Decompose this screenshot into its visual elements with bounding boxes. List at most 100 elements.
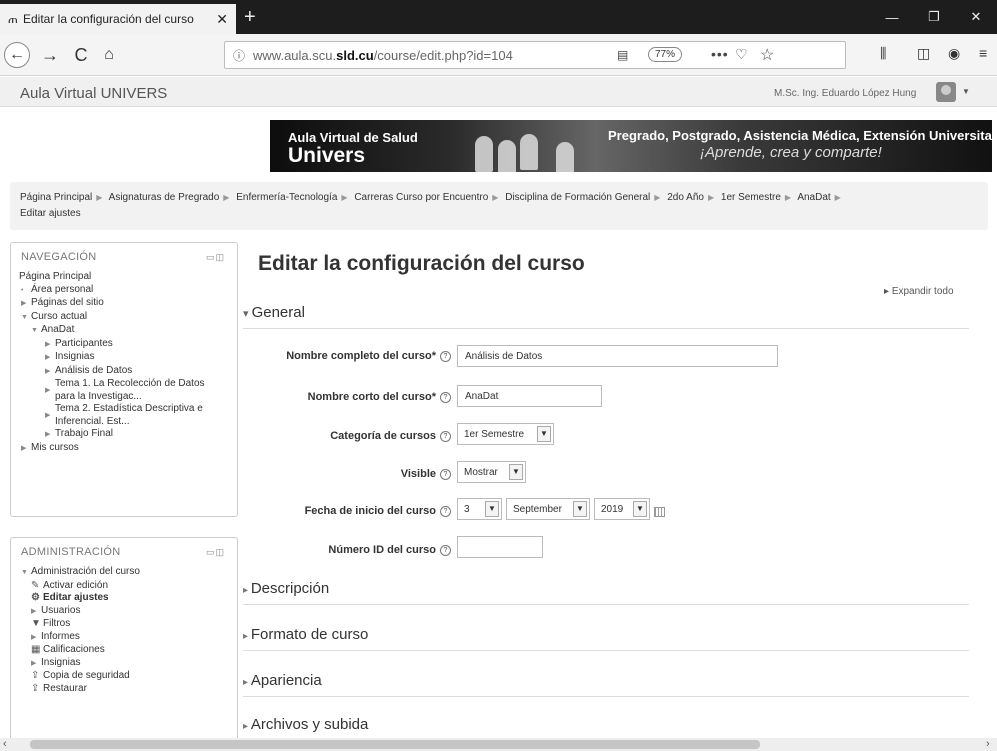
- category-select[interactable]: 1er Semestre ▼: [457, 423, 554, 445]
- expand-arrow-icon: ▶: [31, 659, 37, 667]
- section-descripcion-header[interactable]: ▸ Descripción: [243, 580, 329, 597]
- reader-view-icon[interactable]: ▤: [617, 48, 628, 62]
- forward-button[interactable]: →: [37, 42, 63, 68]
- filter-icon: ▼: [31, 618, 41, 629]
- reload-button[interactable]: C: [68, 42, 94, 68]
- help-icon[interactable]: ?: [440, 351, 451, 362]
- help-icon[interactable]: ?: [440, 545, 451, 556]
- admin-item[interactable]: ▼ Filtros: [19, 618, 229, 631]
- banner-line4: ¡Aprende, crea y comparte!: [700, 144, 882, 161]
- admin-item[interactable]: ✎ Activar edición: [19, 580, 229, 593]
- block-controls-icon[interactable]: ▭◫: [206, 547, 225, 558]
- breadcrumb-item[interactable]: 2do Año: [667, 192, 704, 203]
- close-window-icon[interactable]: ✕: [955, 0, 997, 34]
- banner-figure: [475, 136, 493, 172]
- page-content: Aula Virtual UNIVERS M.Sc. Ing. Eduardo …: [0, 77, 997, 742]
- collapse-arrow-icon: ▾: [243, 308, 252, 320]
- breadcrumb-item[interactable]: Asignaturas de Pregrado: [109, 192, 220, 203]
- nav-item[interactable]: ▼ Curso actual: [19, 311, 229, 325]
- start-month-select[interactable]: September ▼: [506, 498, 590, 520]
- library-icon[interactable]: ⫼: [880, 45, 886, 62]
- scrollbar-thumb[interactable]: [30, 740, 760, 749]
- avatar[interactable]: [936, 82, 956, 102]
- pocket-icon[interactable]: ♡: [735, 46, 748, 63]
- home-icon[interactable]: ⌂: [96, 42, 122, 68]
- moodle-favicon-icon: ጠ: [8, 11, 18, 26]
- nav-item[interactable]: ▶ Insignias: [19, 351, 229, 365]
- back-button[interactable]: ←: [4, 42, 30, 68]
- start-year-select[interactable]: 2019 ▼: [594, 498, 650, 520]
- visible-select[interactable]: Mostrar ▼: [457, 461, 526, 483]
- block-controls-icon[interactable]: ▭◫: [206, 252, 225, 263]
- admin-item[interactable]: ⇪ Copia de seguridad: [19, 670, 229, 683]
- scroll-left-icon[interactable]: ‹: [3, 738, 7, 750]
- help-icon[interactable]: ?: [440, 506, 451, 517]
- help-icon[interactable]: ?: [440, 431, 451, 442]
- help-icon[interactable]: ?: [440, 469, 451, 480]
- expand-arrow-icon: ▶: [45, 387, 51, 394]
- admin-item[interactable]: ▼ Administración del curso: [19, 566, 229, 580]
- maximize-icon[interactable]: ❐: [913, 0, 955, 34]
- horizontal-scrollbar[interactable]: ‹ ›: [0, 738, 997, 751]
- breadcrumb-item[interactable]: 1er Semestre: [721, 192, 781, 203]
- sidebar-icon[interactable]: ◫: [917, 45, 930, 62]
- nav-item[interactable]: • Área personal: [19, 284, 229, 298]
- nav-item[interactable]: ▼ AnaDat: [19, 324, 229, 338]
- section-archivos-header[interactable]: ▸ Archivos y subida: [243, 716, 368, 733]
- menu-icon[interactable]: ≡: [979, 45, 987, 61]
- nav-item[interactable]: ▶ Mis cursos: [19, 442, 229, 456]
- calendar-icon[interactable]: [654, 507, 665, 517]
- zoom-badge[interactable]: 77%: [648, 47, 683, 62]
- start-day-select[interactable]: 3 ▼: [457, 498, 502, 520]
- expand-all-link[interactable]: ▸ Expandir todo: [884, 286, 954, 297]
- site-name[interactable]: Aula Virtual UNIVERS: [20, 85, 167, 102]
- new-tab-button[interactable]: +: [244, 6, 256, 28]
- user-name[interactable]: M.Sc. Ing. Eduardo López Hung: [774, 88, 916, 99]
- section-general-header[interactable]: ▾ General: [243, 304, 305, 321]
- minimize-icon[interactable]: —: [871, 0, 913, 34]
- breadcrumb-item[interactable]: AnaDat: [797, 192, 830, 203]
- chevron-down-icon: ▼: [633, 501, 647, 517]
- admin-item[interactable]: ⚙ Editar ajustes: [19, 592, 229, 605]
- help-icon[interactable]: ?: [440, 392, 451, 403]
- bookmark-star-icon[interactable]: ☆: [760, 45, 774, 65]
- account-icon[interactable]: ◉: [948, 45, 960, 62]
- pencil-icon: ✎: [31, 579, 40, 591]
- breadcrumb-item-current: Editar ajustes: [20, 208, 81, 219]
- url-bar[interactable]: ⓘ www.aula.scu.sld.cu/course/edit.php?id…: [224, 41, 846, 69]
- breadcrumb-item[interactable]: Página Principal: [20, 192, 92, 203]
- admin-item[interactable]: ▶ Informes: [19, 631, 229, 645]
- fullname-input[interactable]: [457, 345, 778, 367]
- user-menu-caret-icon[interactable]: ▼: [962, 87, 970, 96]
- nav-item[interactable]: Página Principal: [19, 271, 229, 284]
- admin-item[interactable]: ▶ Usuarios: [19, 605, 229, 619]
- breadcrumb-item[interactable]: Disciplina de Formación General: [505, 192, 650, 203]
- page-actions-icon[interactable]: •••: [711, 46, 729, 62]
- shortname-input[interactable]: [457, 385, 602, 407]
- close-tab-icon[interactable]: ✕: [216, 11, 228, 28]
- section-apariencia-header[interactable]: ▸ Apariencia: [243, 672, 322, 689]
- expand-arrow-icon: ▶: [45, 431, 51, 438]
- admin-item[interactable]: ⇪ Restaurar: [19, 683, 229, 696]
- chevron-down-icon: ▼: [573, 501, 587, 517]
- nav-item[interactable]: ▶ Páginas del sitio: [19, 297, 229, 311]
- expand-arrow-icon: ▶: [45, 367, 51, 375]
- nav-item[interactable]: ▶ Análisis de Datos: [19, 365, 229, 379]
- section-formato-header[interactable]: ▸ Formato de curso: [243, 626, 368, 643]
- breadcrumb-item[interactable]: Carreras Curso por Encuentro: [354, 192, 488, 203]
- nav-item[interactable]: ▶ Tema 2. Estadística Descriptiva e Infer…: [19, 403, 229, 428]
- nav-item[interactable]: ▶ Tema 1. La Recolección de Datos para la…: [19, 378, 229, 403]
- nav-item[interactable]: ▶ Trabajo Final: [19, 428, 229, 442]
- breadcrumb-item[interactable]: Enfermería-Tecnología: [236, 192, 337, 203]
- idnumber-input[interactable]: [457, 536, 543, 558]
- scroll-right-icon[interactable]: ›: [986, 738, 990, 750]
- shortname-label: Nombre corto del curso*: [307, 391, 436, 403]
- info-icon[interactable]: ⓘ: [233, 47, 245, 64]
- expand-arrow-icon: ▸: [243, 585, 251, 596]
- banner-line2: Univers: [288, 144, 366, 167]
- section-divider: [243, 650, 969, 651]
- admin-item[interactable]: ▦ Calificaciones: [19, 644, 229, 657]
- browser-tab[interactable]: ጠ Editar la configuración del curso ✕: [0, 4, 236, 34]
- admin-item[interactable]: ▶ Insignias: [19, 657, 229, 671]
- nav-item[interactable]: ▶ Participantes: [19, 338, 229, 352]
